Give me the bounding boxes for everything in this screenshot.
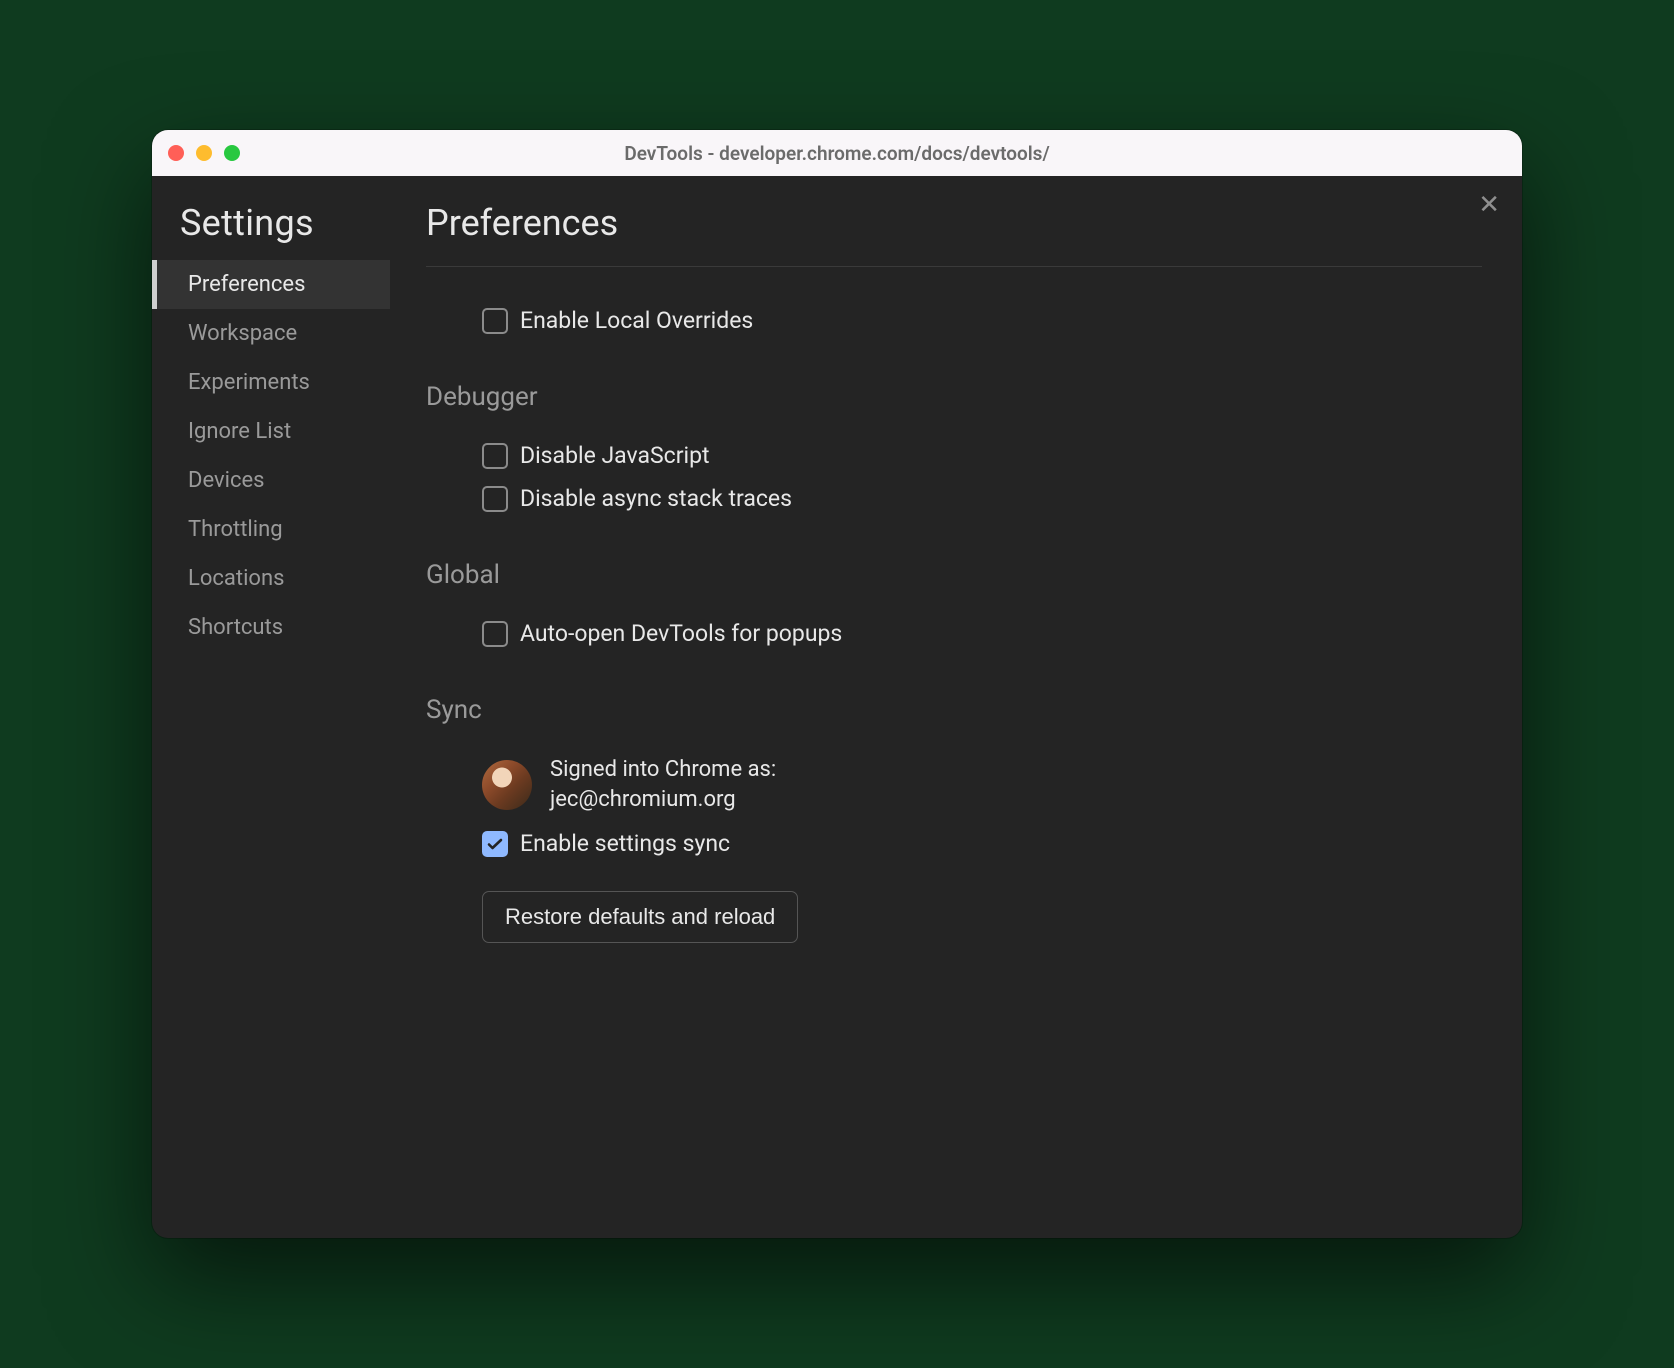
section-heading-global: Global — [426, 560, 1482, 590]
checkbox[interactable] — [482, 621, 508, 647]
sidebar-item-devices[interactable]: Devices — [152, 456, 390, 505]
option-auto-open-devtools-popups[interactable]: Auto-open DevTools for popups — [426, 612, 1482, 655]
sidebar-item-label: Shortcuts — [188, 615, 283, 640]
option-label: Disable async stack traces — [520, 485, 792, 512]
check-icon — [487, 836, 503, 852]
settings-heading: Settings — [152, 202, 390, 260]
preferences-scroll-area[interactable]: Enable Local Overrides Debugger Disable … — [426, 266, 1482, 1238]
signed-in-label: Signed into Chrome as: — [550, 755, 776, 785]
sidebar-item-label: Locations — [188, 566, 284, 591]
sidebar-item-label: Workspace — [188, 321, 297, 346]
minimize-window-button[interactable] — [196, 145, 212, 161]
section-heading-sync: Sync — [426, 695, 1482, 725]
sidebar-item-label: Experiments — [188, 370, 310, 395]
sidebar-item-locations[interactable]: Locations — [152, 554, 390, 603]
checkbox[interactable] — [482, 443, 508, 469]
window-title: DevTools - developer.chrome.com/docs/dev… — [152, 142, 1522, 165]
option-enable-local-overrides[interactable]: Enable Local Overrides — [426, 307, 1482, 342]
option-enable-settings-sync[interactable]: Enable settings sync — [426, 822, 1482, 865]
sidebar-item-label: Devices — [188, 468, 265, 493]
settings-main: Preferences Enable Local Overrides Debug… — [390, 176, 1522, 1238]
preferences-heading: Preferences — [426, 202, 1482, 244]
close-settings-button[interactable]: ✕ — [1478, 192, 1500, 218]
close-window-button[interactable] — [168, 145, 184, 161]
option-label: Enable Local Overrides — [520, 307, 753, 334]
option-label: Auto-open DevTools for popups — [520, 620, 842, 647]
sidebar-item-preferences[interactable]: Preferences — [152, 260, 390, 309]
checkbox[interactable] — [482, 308, 508, 334]
option-label: Disable JavaScript — [520, 442, 710, 469]
signed-in-email: jec@chromium.org — [550, 785, 776, 815]
sidebar-item-label: Throttling — [188, 517, 283, 542]
sidebar-item-ignore-list[interactable]: Ignore List — [152, 407, 390, 456]
sidebar-item-throttling[interactable]: Throttling — [152, 505, 390, 554]
settings-sidebar: Settings Preferences Workspace Experimen… — [152, 176, 390, 1238]
sidebar-item-shortcuts[interactable]: Shortcuts — [152, 603, 390, 652]
sync-signed-in-text: Signed into Chrome as: jec@chromium.org — [550, 755, 776, 814]
sidebar-item-label: Preferences — [188, 272, 305, 297]
zoom-window-button[interactable] — [224, 145, 240, 161]
settings-body: ✕ Settings Preferences Workspace Experim… — [152, 176, 1522, 1238]
sync-signed-in-row: Signed into Chrome as: jec@chromium.org — [426, 747, 1482, 822]
checkbox[interactable] — [482, 831, 508, 857]
sidebar-item-workspace[interactable]: Workspace — [152, 309, 390, 358]
avatar — [482, 760, 532, 810]
option-disable-async-stack-traces[interactable]: Disable async stack traces — [426, 477, 1482, 520]
section-heading-debugger: Debugger — [426, 382, 1482, 412]
devtools-settings-window: DevTools - developer.chrome.com/docs/dev… — [152, 130, 1522, 1238]
option-disable-javascript[interactable]: Disable JavaScript — [426, 434, 1482, 477]
sidebar-item-label: Ignore List — [188, 419, 291, 444]
titlebar: DevTools - developer.chrome.com/docs/dev… — [152, 130, 1522, 176]
sidebar-item-experiments[interactable]: Experiments — [152, 358, 390, 407]
close-icon: ✕ — [1478, 190, 1500, 220]
traffic-lights — [168, 145, 240, 161]
checkbox[interactable] — [482, 486, 508, 512]
restore-defaults-button[interactable]: Restore defaults and reload — [482, 891, 798, 943]
option-label: Enable settings sync — [520, 830, 730, 857]
